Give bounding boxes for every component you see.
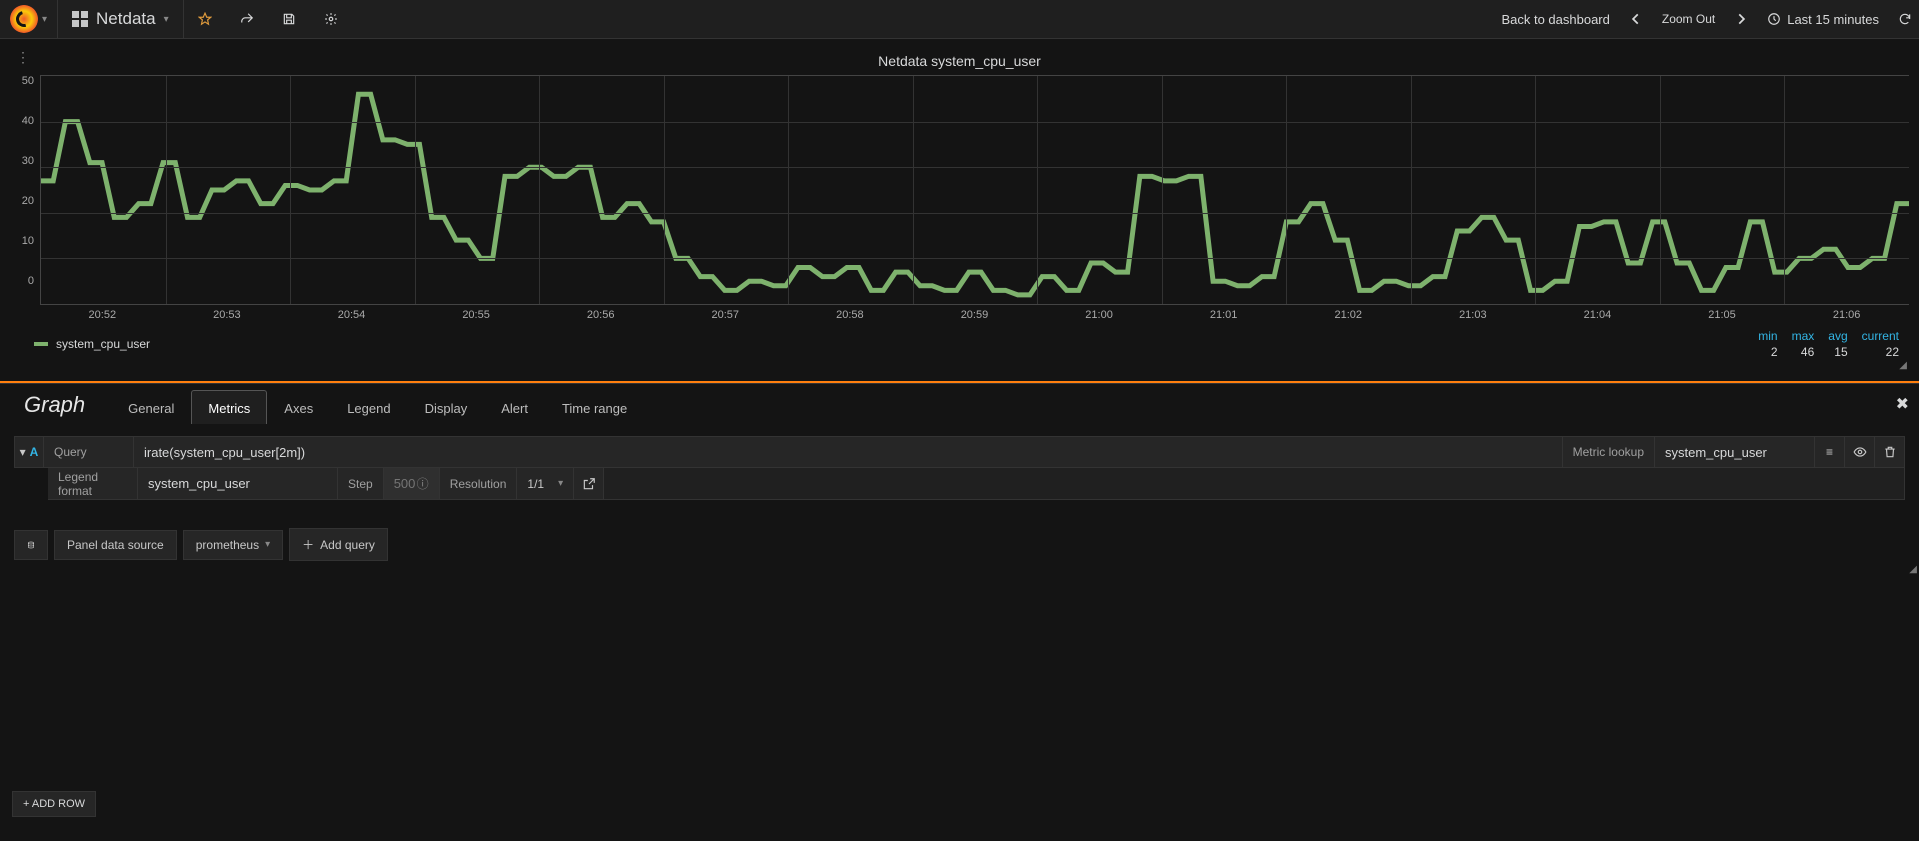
tab-general[interactable]: General xyxy=(111,390,191,424)
metric-lookup-input-wrap[interactable] xyxy=(1655,436,1815,468)
query-input-wrap[interactable] xyxy=(134,436,1563,468)
tab-legend[interactable]: Legend xyxy=(330,390,407,424)
tab-time-range[interactable]: Time range xyxy=(545,390,644,424)
legend-avg-value: 15 xyxy=(1828,345,1847,359)
eye-icon xyxy=(1853,445,1867,459)
add-query-button[interactable]: ＋ Add query xyxy=(289,528,388,561)
legend-max-header: max xyxy=(1792,329,1815,343)
panel-menu-button[interactable]: ⋮ xyxy=(16,49,30,66)
tab-axes[interactable]: Axes xyxy=(267,390,330,424)
query-label: Query xyxy=(44,436,134,468)
step-input[interactable] xyxy=(394,476,415,491)
plus-icon: ＋ xyxy=(302,536,314,553)
dashboard-grid-icon xyxy=(72,11,88,27)
panel-title: Netdata system_cpu_user xyxy=(10,49,1909,75)
clock-icon xyxy=(1767,12,1781,26)
query-link-button[interactable] xyxy=(574,468,604,500)
legend-avg-header: avg xyxy=(1828,329,1847,343)
legend-series-name[interactable]: system_cpu_user xyxy=(56,337,150,351)
legend-color-swatch[interactable] xyxy=(34,342,48,346)
panel-datasource-options-button[interactable] xyxy=(14,530,48,560)
legend-format-label: Legend format xyxy=(48,468,138,500)
legend-current-value: 22 xyxy=(1862,345,1899,359)
panel-resize-handle[interactable]: ◢ xyxy=(1899,360,1907,371)
back-to-dashboard-link[interactable]: Back to dashboard xyxy=(1489,0,1621,38)
panel-datasource-select[interactable]: prometheus ▾ xyxy=(183,530,283,560)
chart-plot-area[interactable] xyxy=(40,75,1909,305)
trash-icon xyxy=(1883,445,1897,459)
panel-editor: ✖ Graph GeneralMetricsAxesLegendDisplayA… xyxy=(0,383,1919,579)
add-row-button[interactable]: + ADD ROW xyxy=(12,791,96,817)
query-collapse-toggle[interactable]: ▾ A xyxy=(14,436,44,468)
query-input[interactable] xyxy=(144,445,1552,460)
panel-datasource-label: Panel data source xyxy=(54,530,177,560)
save-button[interactable] xyxy=(268,0,310,38)
editor-resize-handle[interactable]: ◢ xyxy=(1909,564,1917,575)
legend-max-value: 46 xyxy=(1792,345,1815,359)
dashboard-picker[interactable]: Netdata ▾ xyxy=(58,0,184,38)
settings-button[interactable] xyxy=(310,0,352,38)
y-axis: 50403020100 xyxy=(10,75,40,305)
refresh-button[interactable] xyxy=(1891,0,1919,38)
share-icon xyxy=(240,12,254,26)
legend-format-input-wrap[interactable] xyxy=(138,468,338,500)
chevron-left-icon xyxy=(1629,12,1643,26)
tab-metrics[interactable]: Metrics xyxy=(191,390,267,424)
save-icon xyxy=(282,12,296,26)
legend-min-header: min xyxy=(1758,329,1777,343)
metric-lookup-input[interactable] xyxy=(1665,445,1804,460)
tab-alert[interactable]: Alert xyxy=(484,390,545,424)
time-range-picker[interactable]: Last 15 minutes xyxy=(1755,0,1891,38)
time-back-button[interactable] xyxy=(1622,0,1650,38)
editor-tabs: GeneralMetricsAxesLegendDisplayAlertTime… xyxy=(111,390,644,424)
step-input-wrap[interactable]: ⓘ xyxy=(384,468,440,500)
tab-display[interactable]: Display xyxy=(408,390,485,424)
editor-close-button[interactable]: ✖ xyxy=(1896,394,1909,414)
graph-panel: ⋮ Netdata system_cpu_user 50403020100 20… xyxy=(10,49,1909,363)
database-icon xyxy=(27,538,35,552)
navbar: ▾ Netdata ▾ Back to dashboard Zoom Out L… xyxy=(0,0,1919,39)
resolution-label: Resolution xyxy=(440,468,518,500)
legend-format-input[interactable] xyxy=(148,476,327,491)
query-toggle-visibility-button[interactable] xyxy=(1845,436,1875,468)
step-label: Step xyxy=(338,468,384,500)
x-axis: 20:5220:5320:5420:5520:5620:5720:5820:59… xyxy=(10,305,1909,321)
info-icon[interactable]: ⓘ xyxy=(417,475,429,492)
gear-icon xyxy=(324,12,338,26)
resolution-select-wrap[interactable]: 1/1 ▾ xyxy=(517,468,574,500)
legend-current-header: current xyxy=(1862,329,1899,343)
star-icon xyxy=(198,12,212,26)
refresh-icon xyxy=(1898,12,1912,26)
query-row-a: ▾ A Query Metric lookup ≡ xyxy=(14,436,1905,468)
chevron-right-icon xyxy=(1734,12,1748,26)
editor-title: Graph xyxy=(14,392,105,424)
zoom-out-button[interactable]: Zoom Out xyxy=(1650,0,1727,38)
time-forward-button[interactable] xyxy=(1727,0,1755,38)
legend-min-value: 2 xyxy=(1758,345,1777,359)
metric-lookup-label: Metric lookup xyxy=(1563,436,1655,468)
grafana-logo-menu[interactable]: ▾ xyxy=(0,0,58,38)
query-delete-button[interactable] xyxy=(1875,436,1905,468)
grafana-logo-icon xyxy=(10,5,38,33)
external-link-icon xyxy=(582,477,596,491)
star-button[interactable] xyxy=(184,0,226,38)
share-button[interactable] xyxy=(226,0,268,38)
query-menu-button[interactable]: ≡ xyxy=(1815,436,1845,468)
dashboard-name: Netdata xyxy=(96,9,156,29)
query-row-a-options: Legend format Step ⓘ Resolution 1/1 ▾ xyxy=(14,468,1905,500)
